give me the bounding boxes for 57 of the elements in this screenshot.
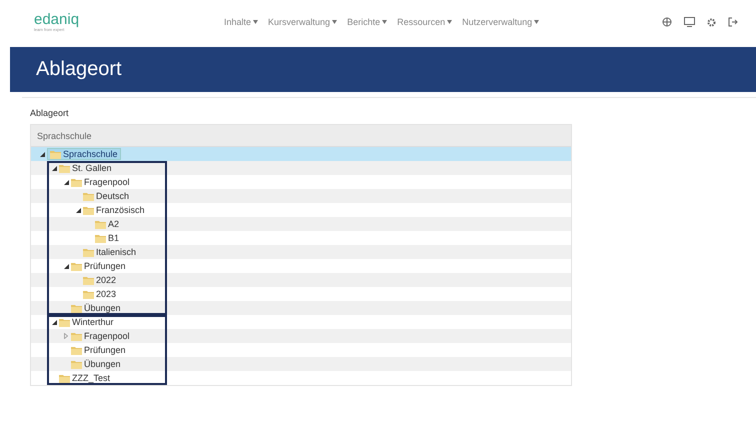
- caret-icon: [332, 20, 338, 24]
- nav-menu[interactable]: Inhalte: [224, 17, 258, 27]
- monitor-icon[interactable]: [684, 17, 695, 27]
- tree-node[interactable]: Italienisch: [83, 247, 136, 257]
- tree-node[interactable]: B1: [95, 233, 120, 243]
- tree-node[interactable]: Übungen: [71, 359, 121, 369]
- folder-icon: [71, 332, 82, 340]
- folder-icon: [50, 150, 61, 158]
- tree-node[interactable]: 2022: [83, 275, 116, 285]
- expanded-arrow-icon[interactable]: [52, 320, 56, 324]
- expanded-arrow-icon[interactable]: [76, 208, 80, 212]
- folder-icon: [71, 262, 82, 270]
- folder-icon: [83, 290, 94, 298]
- tree-node[interactable]: Prüfungen: [71, 345, 126, 355]
- tree-node[interactable]: Fragenpool: [71, 177, 130, 187]
- folder-icon: [59, 374, 70, 382]
- tree-node[interactable]: St. Gallen: [59, 163, 112, 173]
- tree-node[interactable]: Fragenpool: [71, 331, 130, 341]
- folder-icon: [59, 318, 70, 326]
- settings-icon[interactable]: [707, 18, 716, 26]
- folder-icon: [71, 304, 82, 312]
- folder-icon: [59, 164, 70, 172]
- folder-icon: [95, 220, 106, 228]
- folder-icon: [83, 192, 94, 200]
- folder-icon: [71, 346, 82, 354]
- nav-menu[interactable]: Nutzerverwaltung: [462, 17, 540, 27]
- tree-node[interactable]: A2: [95, 219, 120, 229]
- folder-icon: [83, 276, 94, 284]
- caret-icon: [534, 20, 540, 24]
- nav-menu[interactable]: Kursverwaltung: [268, 17, 338, 27]
- folder-icon: [83, 206, 94, 214]
- caret-icon: [447, 20, 452, 24]
- tree-node[interactable]: Übungen: [71, 303, 121, 313]
- tree-node[interactable]: 2023: [83, 289, 116, 299]
- folder-icon: [95, 234, 106, 242]
- tree-node[interactable]: Sprachschule: [47, 148, 121, 160]
- nav-menu[interactable]: Ressourcen: [397, 17, 452, 27]
- folder-icon: [83, 248, 94, 256]
- folder-icon: [71, 360, 82, 368]
- field-label: Ablageort: [30, 108, 70, 118]
- tree-node[interactable]: Prüfungen: [71, 261, 126, 271]
- tree-node[interactable]: ZZZ_Test: [59, 373, 110, 383]
- expanded-arrow-icon[interactable]: [52, 166, 56, 170]
- nav-menu[interactable]: Berichte: [347, 17, 388, 27]
- folder-icon: [71, 178, 82, 186]
- globe-icon[interactable]: [662, 17, 672, 27]
- caret-icon: [382, 20, 388, 24]
- tree-node[interactable]: Winterthur: [59, 317, 114, 327]
- expanded-arrow-icon[interactable]: [64, 264, 68, 268]
- tree-header: Sprachschule: [31, 125, 571, 147]
- expanded-arrow-icon[interactable]: [64, 180, 68, 184]
- caret-icon: [253, 20, 258, 24]
- logout-icon[interactable]: [728, 17, 738, 27]
- tree-node[interactable]: Deutsch: [83, 191, 130, 201]
- tree-node[interactable]: Französisch: [83, 205, 145, 215]
- page-title: Ablageort: [36, 58, 122, 81]
- expanded-arrow-icon[interactable]: [40, 152, 44, 156]
